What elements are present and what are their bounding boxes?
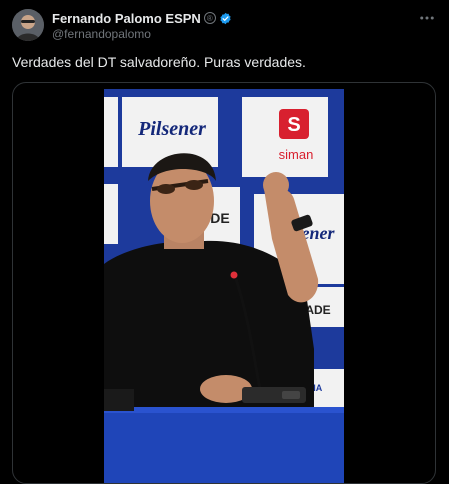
backdrop-siman-text: siman	[279, 147, 314, 162]
verified-badge-icon[interactable]	[219, 12, 232, 25]
backdrop-pilsener-top: Pilsener	[137, 118, 206, 140]
registered-mark: ®	[203, 12, 216, 24]
tweet-text: Verdades del DT salvadoreño. Puras verda…	[12, 54, 306, 70]
avatar-image	[12, 9, 44, 41]
more-horizontal-icon	[420, 16, 434, 20]
backdrop-de-text: DE	[210, 210, 229, 226]
backdrop-siman-logo: S	[287, 114, 300, 136]
name-row: Fernando Palomo ESPN ®	[52, 10, 412, 26]
media-card[interactable]: S siman Pilsener DE Pilsener WERADE RMA	[12, 82, 436, 484]
video-frame: S siman Pilsener DE Pilsener WERADE RMA	[104, 89, 344, 483]
author-header: Fernando Palomo ESPN ® @fernandopalomo	[52, 10, 412, 41]
author-avatar[interactable]	[12, 9, 44, 41]
video-player[interactable]: S siman Pilsener DE Pilsener WERADE RMA	[104, 89, 344, 483]
author-name[interactable]: Fernando Palomo ESPN	[52, 11, 201, 26]
more-options-button[interactable]	[417, 8, 437, 28]
tweet: Fernando Palomo ESPN ® @fernandopalomo V…	[0, 0, 449, 484]
author-handle[interactable]: @fernandopalomo	[52, 27, 412, 41]
